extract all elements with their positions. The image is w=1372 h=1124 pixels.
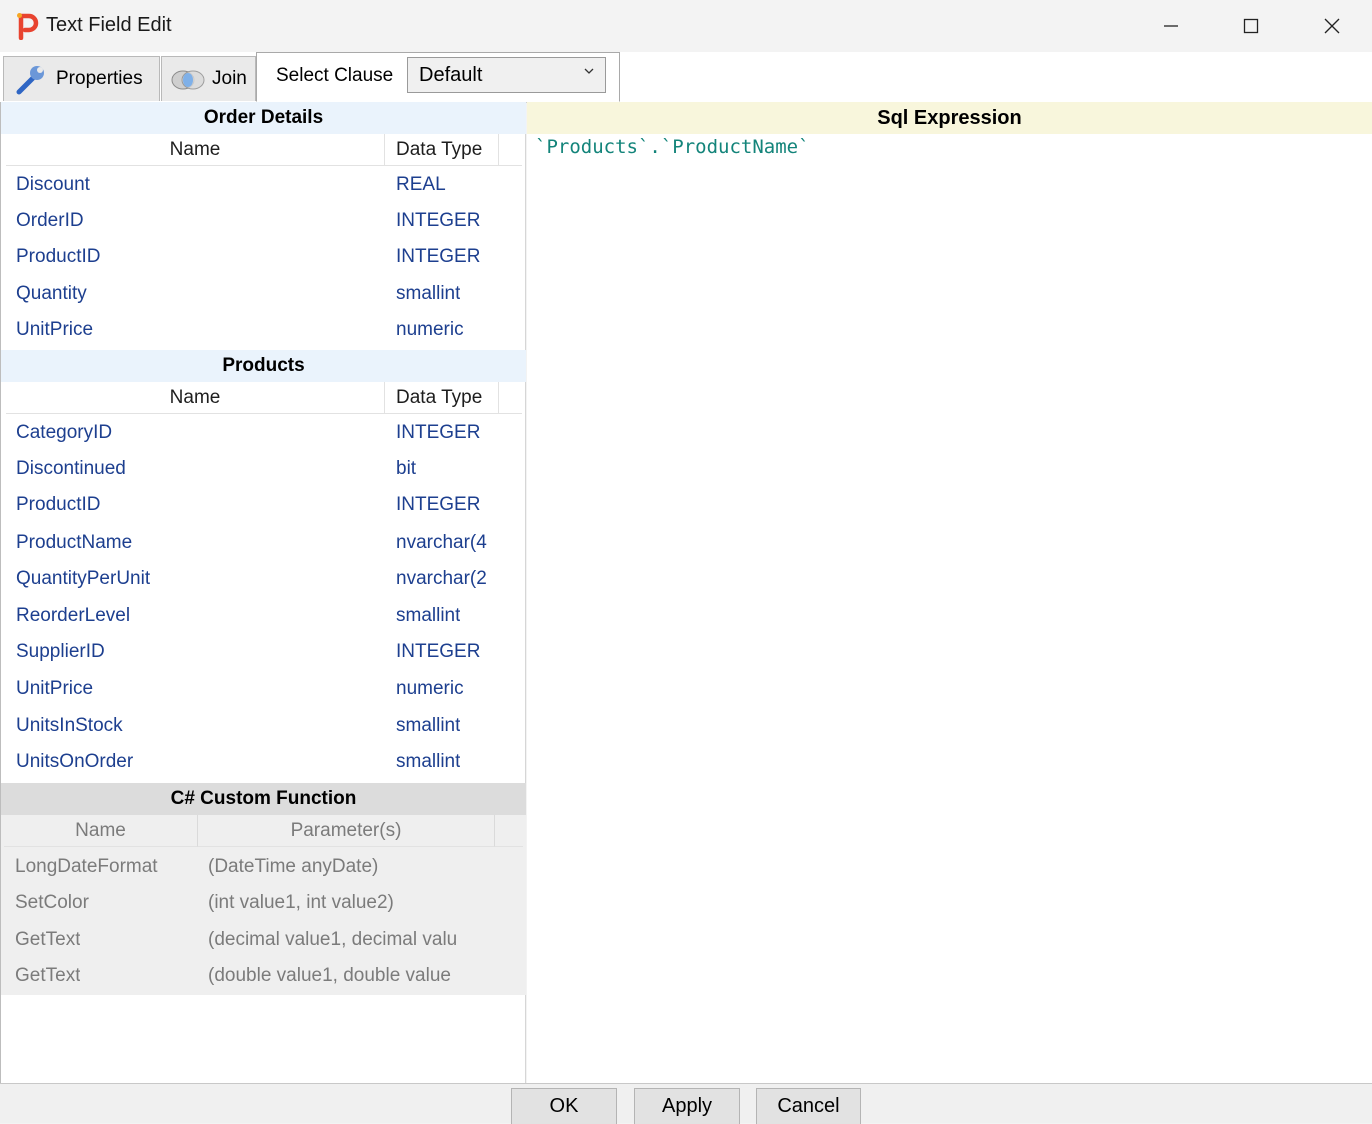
column-header-data-type[interactable]: Data Type <box>385 134 499 166</box>
field-type: INTEGER <box>396 246 481 267</box>
select-clause-value: Default <box>419 63 483 86</box>
field-type: numeric <box>396 678 464 699</box>
column-header-label: Name <box>75 819 126 841</box>
column-header-label: Name <box>169 138 221 160</box>
field-name[interactable]: OrderID <box>16 210 84 232</box>
wrench-icon <box>16 66 44 95</box>
field-name[interactable]: CategoryID <box>16 422 112 444</box>
function-name[interactable]: LongDateFormat <box>15 856 158 878</box>
minimize-button[interactable] <box>1131 0 1211 52</box>
custom-function-title: C# Custom Function <box>170 788 357 809</box>
column-header-name[interactable]: Name <box>6 382 385 414</box>
maximize-icon <box>1243 18 1259 34</box>
field-name[interactable]: UnitPrice <box>16 319 93 341</box>
sql-expression-header: Sql Expression <box>527 102 1372 134</box>
title-bar: Text Field Edit <box>0 0 1372 52</box>
field-type: nvarchar(4 <box>396 532 487 553</box>
field-name[interactable]: Discount <box>16 174 90 196</box>
tab-join[interactable]: Join <box>161 56 256 101</box>
field-type: INTEGER <box>396 422 481 443</box>
field-name[interactable]: ProductName <box>16 532 132 554</box>
field-name[interactable]: SupplierID <box>16 641 105 663</box>
column-header-filler <box>495 815 523 847</box>
dialog-button-bar: OK Apply Cancel <box>0 1083 1372 1124</box>
column-header-name[interactable]: Name <box>6 134 385 166</box>
ok-button[interactable]: OK <box>511 1088 617 1124</box>
field-type: REAL <box>396 174 446 195</box>
select-clause-dropdown[interactable]: Default <box>407 57 606 93</box>
field-name[interactable]: UnitsOnOrder <box>16 751 133 773</box>
custom-function-header: C# Custom Function <box>1 783 526 815</box>
field-type: smallint <box>396 605 461 626</box>
field-name[interactable]: Quantity <box>16 283 87 305</box>
sql-expression-panel: Sql Expression `Products`.`ProductName` <box>527 102 1372 1083</box>
tab-properties-label: Properties <box>56 68 143 89</box>
fields-panel: Order Details Name Data Type Discount RE… <box>0 102 526 1083</box>
field-type: nvarchar(2 <box>396 568 487 589</box>
apply-button[interactable]: Apply <box>634 1088 740 1124</box>
column-header-filler <box>499 382 522 414</box>
function-name[interactable]: SetColor <box>15 892 89 914</box>
function-params: (int value1, int value2) <box>208 892 394 913</box>
field-type: INTEGER <box>396 641 481 662</box>
column-header-filler <box>499 134 522 166</box>
field-name[interactable]: Discontinued <box>16 458 126 480</box>
column-header-label: Parameter(s) <box>290 819 402 841</box>
close-button[interactable] <box>1292 0 1372 52</box>
field-name[interactable]: ReorderLevel <box>16 605 130 627</box>
window-title: Text Field Edit <box>46 14 172 36</box>
function-name[interactable]: GetText <box>15 929 80 951</box>
tab-properties[interactable]: Properties <box>3 56 160 101</box>
column-header-function-name[interactable]: Name <box>4 815 198 847</box>
function-name[interactable]: GetText <box>15 965 80 987</box>
field-name[interactable]: UnitsInStock <box>16 715 123 737</box>
function-params: (double value1, double value <box>208 965 451 986</box>
field-type: smallint <box>396 751 461 772</box>
field-name[interactable]: UnitPrice <box>16 678 93 700</box>
field-name[interactable]: ProductID <box>16 246 100 268</box>
close-icon <box>1324 18 1340 34</box>
function-params: (decimal value1, decimal valu <box>208 929 458 950</box>
column-header-label: Data Type <box>396 138 483 160</box>
maximize-button[interactable] <box>1211 0 1291 52</box>
field-type: numeric <box>396 319 464 340</box>
field-name[interactable]: ProductID <box>16 494 100 516</box>
field-type: INTEGER <box>396 210 481 231</box>
sql-expression-editor[interactable]: `Products`.`ProductName` <box>535 136 810 158</box>
column-header-parameters[interactable]: Parameter(s) <box>198 815 495 847</box>
table-title: Order Details <box>203 107 324 128</box>
column-header-data-type[interactable]: Data Type <box>385 382 499 414</box>
field-type: smallint <box>396 283 461 304</box>
column-header-label: Name <box>169 386 221 408</box>
join-icon <box>171 70 205 90</box>
tab-select-clause-label: Select Clause <box>276 65 394 86</box>
table-header-order-details: Order Details <box>1 102 526 134</box>
table-header-products: Products <box>1 350 526 382</box>
app-logo-icon <box>17 13 39 40</box>
column-header-label: Data Type <box>396 386 483 408</box>
table-title: Products <box>222 355 305 376</box>
field-name[interactable]: QuantityPerUnit <box>16 568 150 590</box>
field-type: smallint <box>396 715 461 736</box>
tab-select-clause[interactable]: Select Clause Default <box>256 52 620 102</box>
minimize-icon <box>1164 25 1178 27</box>
field-type: INTEGER <box>396 494 481 515</box>
chevron-down-icon <box>584 68 594 74</box>
field-type: bit <box>396 458 417 479</box>
tab-strip: Properties Join Select Clause Default <box>0 52 1372 103</box>
function-params: (DateTime anyDate) <box>208 856 379 877</box>
cancel-button[interactable]: Cancel <box>756 1088 861 1124</box>
tab-join-label: Join <box>212 68 247 89</box>
